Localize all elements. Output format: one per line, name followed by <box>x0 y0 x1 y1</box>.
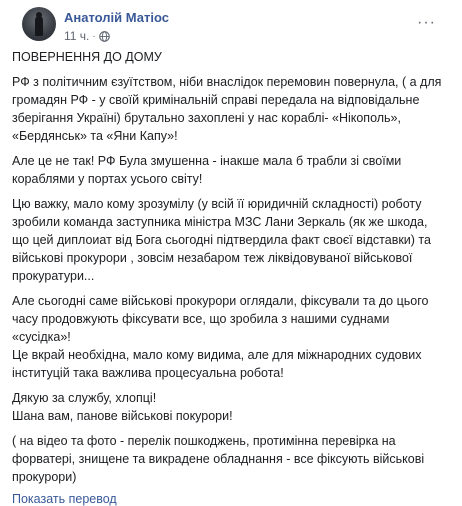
meta-separator: · <box>92 30 96 42</box>
post-paragraph: Але сьогодні саме військові прокурори ог… <box>12 294 429 344</box>
post-title: ПОВЕРНЕННЯ ДО ДОМУ <box>12 50 162 64</box>
post-paragraph: Але це не так! РФ Була змушенна - інакше… <box>12 154 402 186</box>
post-options-menu[interactable]: ··· <box>417 14 436 32</box>
globe-icon[interactable] <box>98 30 110 42</box>
facebook-post: Анатолій Матіос 11 ч. · ··· ПОВЕРНЕННЯ Д… <box>0 0 462 506</box>
avatar[interactable] <box>22 7 56 41</box>
post-paragraph: Цю важку, мало кому зрозумілу (у всій її… <box>12 197 431 283</box>
post-body: ПОВЕРНЕННЯ ДО ДОМУ РФ з політичним єзуїт… <box>12 48 450 486</box>
post-meta: 11 ч. · <box>64 29 110 43</box>
show-translation-link[interactable]: Показать перевод <box>12 492 450 506</box>
post-paragraph: Дякую за службу, хлопці! <box>12 391 157 405</box>
post-time[interactable]: 11 ч. <box>64 29 89 43</box>
post-paragraph: РФ з політичним єзуїтством, ніби внаслід… <box>12 75 442 143</box>
post-paragraph: Шана вам, панове військові покурори! <box>12 409 233 423</box>
author-name[interactable]: Анатолій Матіос <box>64 10 169 25</box>
post-paragraph: ( на відео та фото - перелік пошкоджень,… <box>12 434 425 484</box>
post-paragraph: Це вкрай необхідна, мало кому видима, ал… <box>12 348 422 380</box>
avatar-figure-body <box>35 16 43 36</box>
post-header: Анатолій Матіос 11 ч. · ··· <box>12 0 450 48</box>
